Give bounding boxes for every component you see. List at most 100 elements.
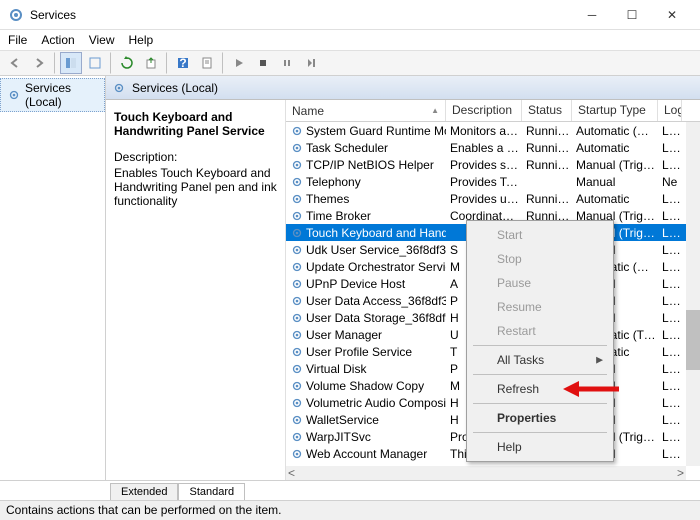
- service-startup: Automatic (De...: [572, 124, 658, 138]
- service-desc: Provides Tel...: [446, 175, 522, 189]
- service-name: Touch Keyboard and Handw...: [306, 226, 446, 240]
- service-logon: Loc: [658, 260, 682, 274]
- ctx-start[interactable]: Start: [469, 223, 611, 247]
- close-button[interactable]: ✕: [652, 1, 692, 29]
- properties-button[interactable]: [196, 52, 218, 74]
- help-button[interactable]: ?: [172, 52, 194, 74]
- service-startup: Manual (Trigg...: [572, 158, 658, 172]
- col-name[interactable]: Name▲: [286, 100, 446, 121]
- gear-icon: [290, 447, 304, 461]
- maximize-button[interactable]: ☐: [612, 1, 652, 29]
- play-button[interactable]: [228, 52, 250, 74]
- gear-icon: [112, 81, 126, 95]
- service-name: User Data Access_36f8df3: [306, 294, 446, 308]
- gear-icon: [290, 413, 304, 427]
- scroll-thumb[interactable]: [686, 310, 700, 370]
- service-logon: Loc: [658, 311, 682, 325]
- menu-view[interactable]: View: [89, 33, 115, 47]
- service-logon: Ne: [658, 175, 682, 189]
- service-name: System Guard Runtime Mon...: [306, 124, 446, 138]
- service-name: User Manager: [306, 328, 382, 342]
- tab-extended[interactable]: Extended: [110, 483, 178, 500]
- svg-text:?: ?: [179, 56, 186, 70]
- service-row[interactable]: TCP/IP NetBIOS Helper Provides sup...Runn…: [286, 156, 700, 173]
- service-name: Web Account Manager: [306, 447, 427, 461]
- service-logon: Loc: [658, 277, 682, 291]
- service-status: Running: [522, 158, 572, 172]
- services-icon: [8, 7, 24, 23]
- menu-help[interactable]: Help: [129, 33, 154, 47]
- chevron-right-icon: ▶: [596, 355, 603, 366]
- gear-icon: [290, 192, 304, 206]
- pause-button[interactable]: [276, 52, 298, 74]
- service-name: Volume Shadow Copy: [306, 379, 424, 393]
- refresh-button[interactable]: [116, 52, 138, 74]
- service-name: WarpJITSvc: [306, 430, 371, 444]
- col-description[interactable]: Description: [446, 100, 522, 121]
- ctx-properties[interactable]: Properties: [469, 406, 611, 430]
- tab-standard[interactable]: Standard: [178, 483, 245, 500]
- service-desc: Provides sup...: [446, 158, 522, 172]
- show-hide-tree-button[interactable]: [60, 52, 82, 74]
- gear-icon: [7, 88, 21, 102]
- export-button[interactable]: [140, 52, 162, 74]
- ctx-resume[interactable]: Resume: [469, 295, 611, 319]
- service-row[interactable]: System Guard Runtime Mon...Monitors an..…: [286, 122, 700, 139]
- ctx-all-tasks[interactable]: All Tasks▶: [469, 348, 611, 372]
- gear-icon: [290, 430, 304, 444]
- gear-icon: [290, 124, 304, 138]
- service-name: Virtual Disk: [306, 362, 366, 376]
- ctx-pause[interactable]: Pause: [469, 271, 611, 295]
- status-bar: Contains actions that can be performed o…: [0, 500, 700, 520]
- service-logon: Loc: [658, 226, 682, 240]
- service-logon: Loc: [658, 192, 682, 206]
- ctx-help[interactable]: Help: [469, 435, 611, 459]
- service-logon: Loc: [658, 379, 682, 393]
- menu-action[interactable]: Action: [41, 33, 74, 47]
- vertical-scrollbar[interactable]: [686, 122, 700, 466]
- service-name: Update Orchestrator Service: [306, 260, 446, 274]
- service-name: Time Broker: [306, 209, 371, 223]
- stop-button[interactable]: [252, 52, 274, 74]
- service-row[interactable]: ThemesProvides use...RunningAutomaticLoc: [286, 190, 700, 207]
- service-logon: Loc: [658, 328, 682, 342]
- ctx-restart[interactable]: Restart: [469, 319, 611, 343]
- col-logon[interactable]: Log..: [658, 100, 682, 121]
- separator: [473, 345, 607, 346]
- service-logon: Loc: [658, 396, 682, 410]
- gear-icon: [290, 311, 304, 325]
- column-headers: Name▲ Description Status Startup Type Lo…: [286, 100, 700, 122]
- horizontal-scrollbar[interactable]: <>: [286, 466, 686, 480]
- service-name: Udk User Service_36f8df3: [306, 243, 446, 257]
- separator: [222, 52, 224, 74]
- detail-pane: Touch Keyboard and Handwriting Panel Ser…: [106, 100, 286, 480]
- service-logon: Loc: [658, 345, 682, 359]
- service-name: TCP/IP NetBIOS Helper: [306, 158, 434, 172]
- menu-bar: File Action View Help: [0, 30, 700, 50]
- service-name: User Profile Service: [306, 345, 412, 359]
- service-desc: Enables a us...: [446, 141, 522, 155]
- forward-button[interactable]: [28, 52, 50, 74]
- pane-header: Services (Local): [106, 76, 700, 100]
- separator: [473, 403, 607, 404]
- service-row[interactable]: Task SchedulerEnables a us...RunningAuto…: [286, 139, 700, 156]
- col-startup-type[interactable]: Startup Type: [572, 100, 658, 121]
- ctx-stop[interactable]: Stop: [469, 247, 611, 271]
- back-button[interactable]: [4, 52, 26, 74]
- service-logon: Loc: [658, 209, 682, 223]
- service-desc: Monitors an...: [446, 124, 522, 138]
- menu-file[interactable]: File: [8, 33, 27, 47]
- view-tabs: Extended Standard: [0, 480, 700, 500]
- service-name: Task Scheduler: [306, 141, 388, 155]
- gear-icon: [290, 209, 304, 223]
- gear-icon: [290, 345, 304, 359]
- tree-item-services-local[interactable]: Services (Local): [0, 78, 105, 112]
- col-status[interactable]: Status: [522, 100, 572, 121]
- minimize-button[interactable]: ─: [572, 1, 612, 29]
- annotation-arrow: [563, 379, 619, 399]
- service-logon: Loc: [658, 158, 682, 172]
- service-row[interactable]: TelephonyProvides Tel...ManualNe: [286, 173, 700, 190]
- restart-button[interactable]: [300, 52, 322, 74]
- show-hide-action-button[interactable]: [84, 52, 106, 74]
- service-desc: Provides use...: [446, 192, 522, 206]
